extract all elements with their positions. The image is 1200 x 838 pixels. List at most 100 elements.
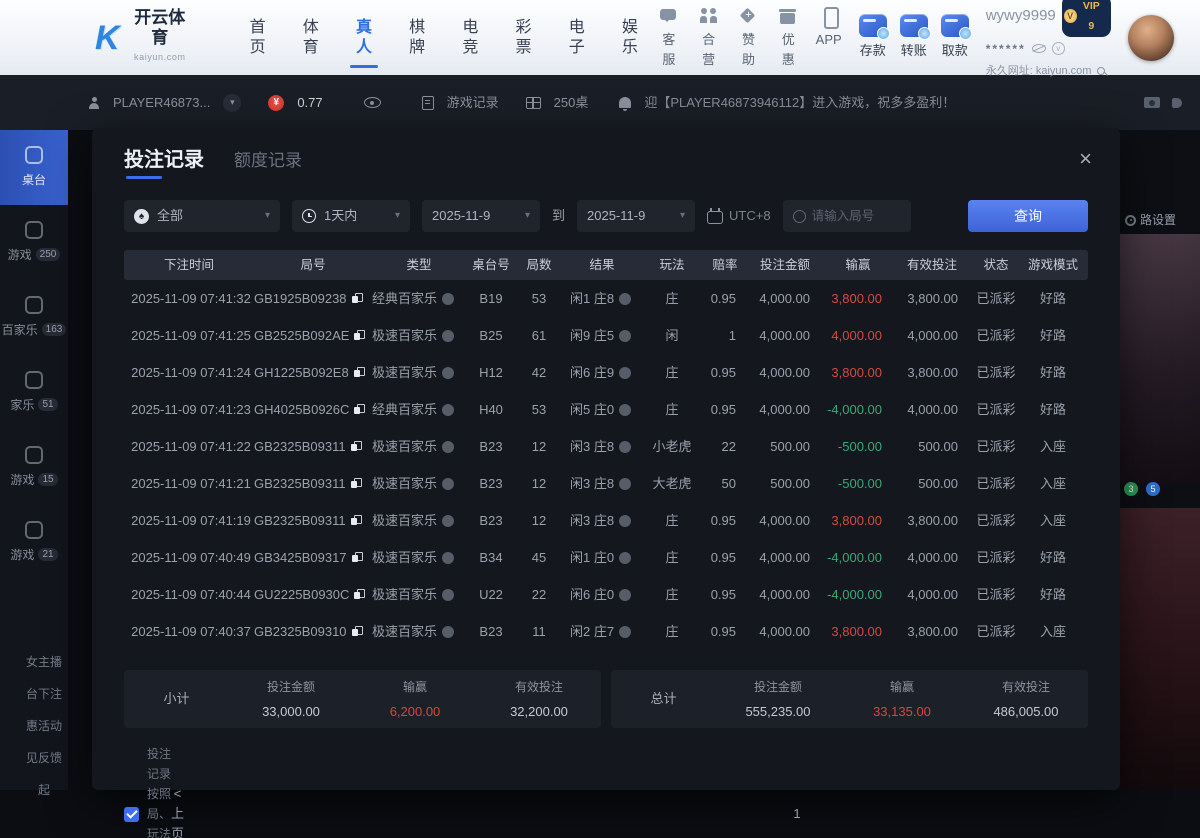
eye-off-icon[interactable] — [1032, 44, 1046, 53]
table-row[interactable]: 2025-11-09 07:41:25 GB2525B092AE 极速百家乐 B… — [124, 317, 1088, 354]
info-icon[interactable] — [442, 478, 454, 490]
chevron-circle-icon[interactable] — [1052, 42, 1065, 55]
sidebar-item-1[interactable]: 游戏250 — [0, 205, 68, 280]
withdraw-link[interactable]: 取款 — [941, 14, 969, 61]
avatar[interactable] — [1128, 15, 1174, 61]
sidebar-item-2[interactable]: 百家乐163 — [0, 280, 68, 355]
table-row[interactable]: 2025-11-09 07:41:21 GB2325B09311 极速百家乐 B… — [124, 465, 1088, 502]
table-row[interactable]: 2025-11-09 07:41:22 GB2325B09311 极速百家乐 B… — [124, 428, 1088, 465]
info-icon[interactable] — [442, 330, 454, 342]
table-row[interactable]: 2025-11-09 07:41:32 GB1925B09238 经典百家乐 B… — [124, 280, 1088, 317]
round-search-input[interactable] — [812, 209, 901, 223]
phone-link[interactable]: APP — [816, 6, 842, 70]
table-row[interactable]: 2025-11-09 07:41:23 GH4025B0926C 经典百家乐 H… — [124, 391, 1088, 428]
sidebar-footer-item-3[interactable]: 见反馈 — [26, 748, 62, 768]
player-name[interactable]: PLAYER46873... — [113, 93, 210, 113]
game-record-link[interactable]: 游戏记录 — [447, 93, 499, 113]
table-row[interactable]: 2025-11-09 07:40:37 GB2325B09310 极速百家乐 B… — [124, 613, 1088, 650]
table-row[interactable]: 2025-11-09 07:41:24 GH1225B092E8 极速百家乐 H… — [124, 354, 1088, 391]
info-icon[interactable] — [619, 552, 631, 564]
transfer-link[interactable]: 转账 — [900, 14, 928, 61]
copy-icon[interactable] — [352, 552, 363, 564]
partners-link[interactable]: 合营 — [696, 6, 721, 70]
nav-item-6[interactable]: 电子 — [561, 10, 592, 66]
table-count[interactable]: 250桌 — [554, 93, 589, 113]
nav-item-4[interactable]: 电竞 — [455, 10, 486, 66]
road-settings-link[interactable]: 路设置 — [1125, 210, 1176, 230]
page-1[interactable]: 1 — [197, 804, 1200, 824]
sidebar-item-0[interactable]: 桌台 — [0, 130, 68, 205]
info-icon[interactable] — [442, 589, 454, 601]
sidebar-footer-item-1[interactable]: 台下注 — [26, 684, 62, 704]
sidebar-item-4[interactable]: 游戏15 — [0, 430, 68, 505]
eye-icon[interactable] — [364, 97, 381, 108]
date-from-select[interactable]: 2025-11-9 ▾ — [422, 200, 540, 232]
deposit-link[interactable]: 存款 — [859, 14, 887, 61]
info-icon[interactable] — [442, 552, 454, 564]
chevron-down-icon[interactable] — [223, 94, 241, 112]
copy-icon[interactable] — [354, 330, 365, 342]
info-icon[interactable] — [442, 626, 454, 638]
info-icon[interactable] — [619, 626, 631, 638]
table-row[interactable]: 2025-11-09 07:40:49 GB3425B09317 极速百家乐 B… — [124, 539, 1088, 576]
close-icon[interactable]: × — [1079, 148, 1092, 170]
chat-link[interactable]: 客服 — [656, 6, 681, 70]
copy-icon[interactable] — [354, 367, 365, 379]
info-icon[interactable] — [619, 404, 631, 416]
game-category-icon — [25, 146, 43, 164]
chevron-down-icon: ▾ — [395, 206, 400, 226]
copy-icon[interactable] — [351, 478, 362, 490]
nav-item-7[interactable]: 娱乐 — [614, 10, 645, 66]
column-header: 局数 — [516, 255, 562, 275]
brand-name: 开云体育 — [127, 8, 193, 47]
copy-icon[interactable] — [354, 589, 365, 601]
info-icon[interactable] — [442, 441, 454, 453]
search-button[interactable]: 查询 — [968, 200, 1088, 232]
info-icon[interactable] — [442, 515, 454, 527]
seat-count-badge: 5 — [1146, 482, 1160, 496]
sidebar-item-5[interactable]: 游戏21 — [0, 505, 68, 580]
copy-icon[interactable] — [351, 515, 362, 527]
nav-item-2[interactable]: 真人 — [348, 10, 379, 66]
copy-icon[interactable] — [354, 404, 365, 416]
brand-logo[interactable]: K 开云体育 kaiyun.com — [95, 8, 193, 67]
merge-checkbox[interactable] — [124, 807, 139, 822]
info-icon[interactable] — [619, 441, 631, 453]
nav-item-0[interactable]: 首页 — [242, 10, 273, 66]
sidebar-footer-item-4[interactable]: 起 — [26, 780, 62, 800]
time-range-select[interactable]: 1天内 ▾ — [292, 200, 410, 232]
prev-page-button[interactable]: < 上页 — [171, 784, 184, 838]
table-row[interactable]: 2025-11-09 07:41:19 GB2325B09311 极速百家乐 B… — [124, 502, 1088, 539]
info-icon[interactable] — [619, 330, 631, 342]
info-icon[interactable] — [619, 589, 631, 601]
sidebar-footer-item-0[interactable]: 女主播 — [26, 652, 62, 672]
game-type-select[interactable]: 全部 ▾ — [124, 200, 280, 232]
tab-betting-records[interactable]: 投注记录 — [124, 150, 204, 179]
magnifier-icon[interactable] — [1097, 67, 1105, 75]
table-row[interactable]: 2025-11-09 07:40:44 GU2225B0930C 极速百家乐 U… — [124, 576, 1088, 613]
camera-icon[interactable] — [1144, 97, 1160, 108]
nav-item-5[interactable]: 彩票 — [508, 10, 539, 66]
info-icon[interactable] — [442, 293, 454, 305]
column-header: 状态 — [970, 255, 1022, 275]
speaker-icon[interactable] — [1172, 98, 1182, 108]
copy-icon[interactable] — [351, 441, 362, 453]
gift-link[interactable]: 优惠 — [776, 6, 801, 70]
sidebar-item-3[interactable]: 家乐51 — [0, 355, 68, 430]
sponsor-link[interactable]: 赞助 — [736, 6, 761, 70]
info-icon[interactable] — [619, 515, 631, 527]
info-icon[interactable] — [619, 478, 631, 490]
sidebar-footer-item-2[interactable]: 惠活动 — [26, 716, 62, 736]
date-to-select[interactable]: 2025-11-9 ▾ — [577, 200, 695, 232]
info-icon[interactable] — [442, 404, 454, 416]
info-icon[interactable] — [619, 367, 631, 379]
info-icon[interactable] — [619, 293, 631, 305]
announcement-text: 迎【PLAYER46873946112】进入游戏，祝多多盈利！ — [644, 93, 955, 113]
nav-item-1[interactable]: 体育 — [295, 10, 326, 66]
info-icon[interactable] — [442, 367, 454, 379]
copy-icon[interactable] — [352, 626, 363, 638]
copy-icon[interactable] — [352, 293, 363, 305]
nav-item-3[interactable]: 棋牌 — [402, 10, 433, 66]
game-category-icon — [25, 446, 43, 464]
tab-quota-records[interactable]: 额度记录 — [234, 151, 302, 180]
